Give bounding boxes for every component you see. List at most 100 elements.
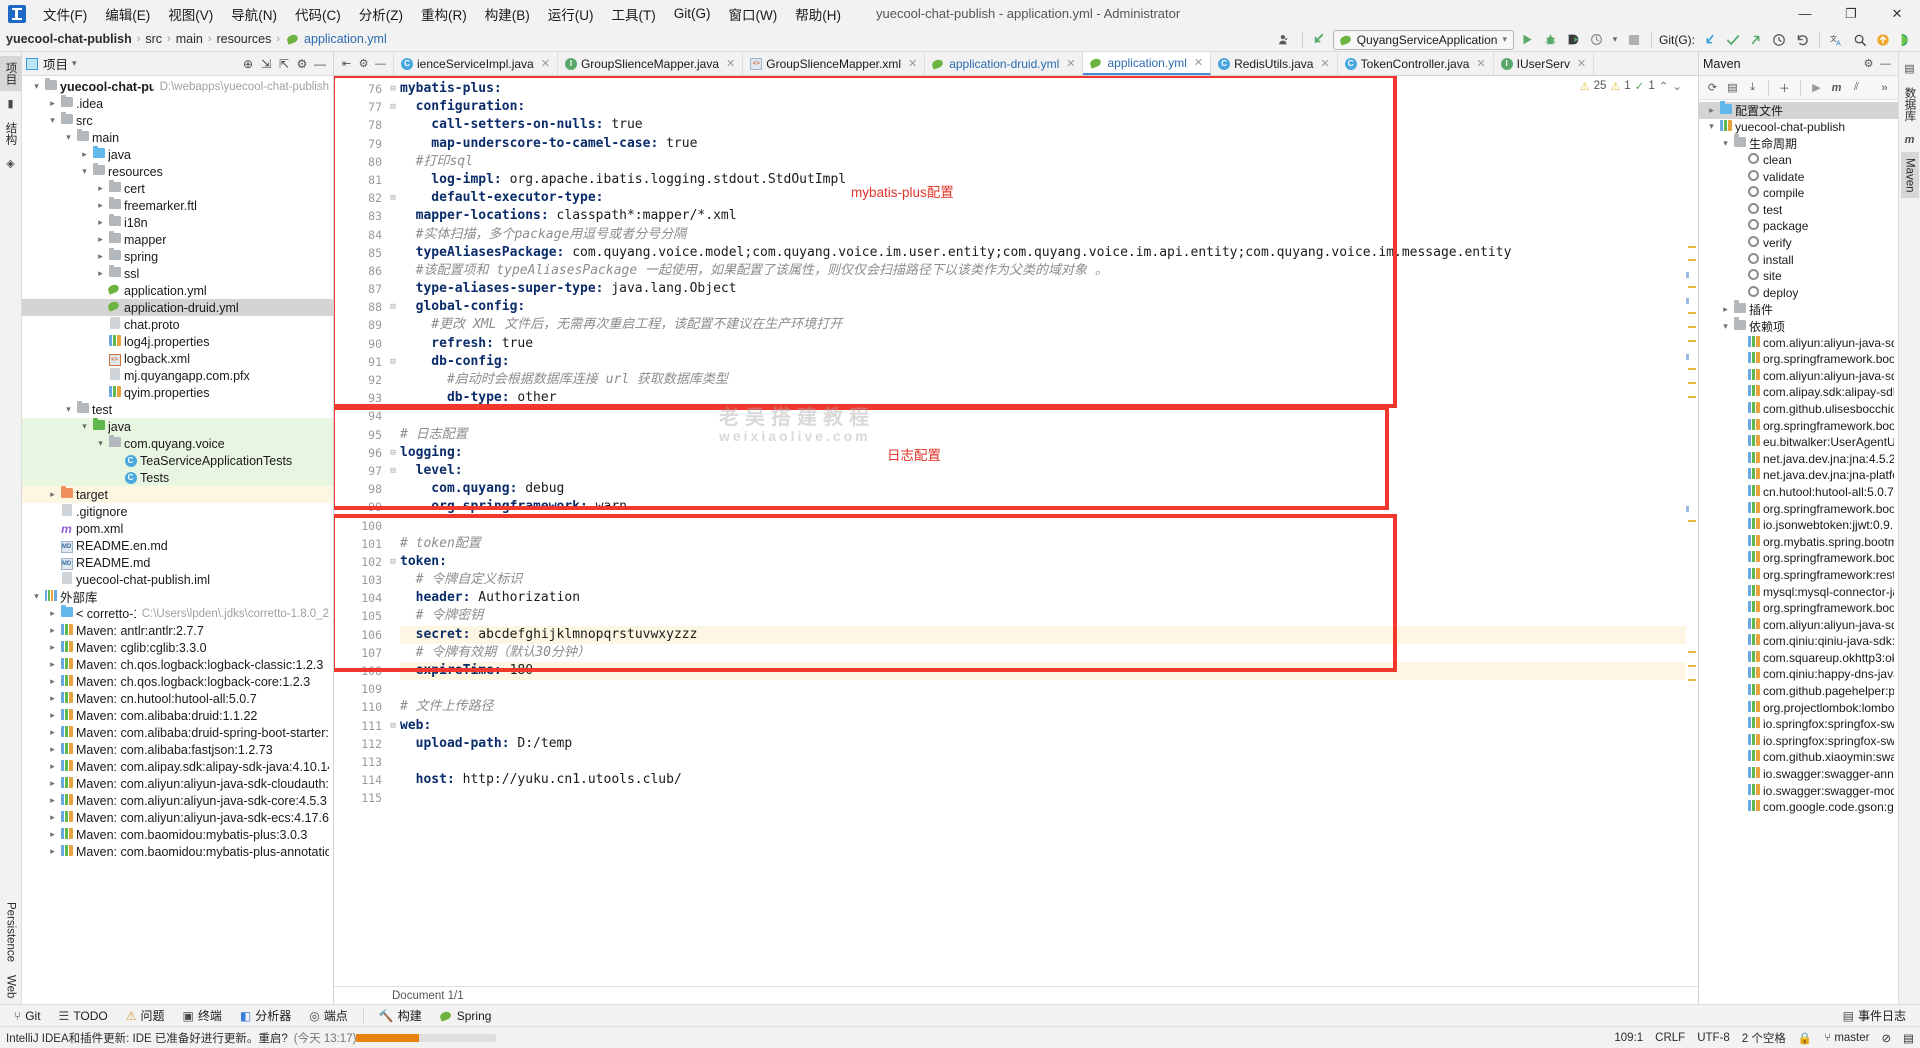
- search-everywhere-icon[interactable]: [1850, 30, 1870, 50]
- tree-item-maven--com.alipay.sdk-alipay-sdk-java-4.10.140.all[interactable]: ▸Maven: com.alipay.sdk:alipay-sdk-java:4…: [22, 758, 333, 775]
- lock-icon[interactable]: 🔒: [1798, 1031, 1812, 1045]
- tool-window-terminal[interactable]: ▣ 终端: [175, 1005, 230, 1026]
- tree-item-java[interactable]: ▾java: [22, 418, 333, 435]
- maven-item-com.google.code.gson-gsor[interactable]: com.google.code.gson:gsor: [1699, 799, 1898, 816]
- upload-icon[interactable]: [1873, 30, 1893, 50]
- editor-tab-redisutils.java[interactable]: CRedisUtils.java✕: [1211, 52, 1338, 75]
- close-icon[interactable]: ✕: [908, 57, 917, 70]
- hide-icon[interactable]: —: [1877, 55, 1894, 72]
- maven-item-com.alipay.sdk-alipay-sdk-j[interactable]: com.alipay.sdk:alipay-sdk-j: [1699, 384, 1898, 401]
- code-line[interactable]: # 令牌有效期（默认30分钟）: [400, 644, 1686, 662]
- play-icon[interactable]: [1896, 30, 1916, 50]
- code-line[interactable]: mybatis-plus:: [400, 80, 1686, 98]
- disclosure-triangle-icon[interactable]: ▸: [46, 761, 59, 772]
- close-button[interactable]: ✕: [1874, 0, 1920, 27]
- memory-indicator[interactable]: ▤: [1903, 1031, 1914, 1045]
- maven-item-io.swagger-swagger-annot[interactable]: io.swagger:swagger-annot: [1699, 766, 1898, 783]
- maven-item-----[interactable]: ▸配置文件: [1699, 102, 1898, 119]
- code-line[interactable]: level:: [400, 462, 1686, 480]
- tree-item-maven--cn.hutool-hutool-all-5.0.7[interactable]: ▸Maven: cn.hutool:hutool-all:5.0.7: [22, 690, 333, 707]
- code-line[interactable]: #实体扫描，多个package用逗号或者分号分隔: [400, 226, 1686, 244]
- maven-item-com.aliyun-aliyun-java-sdk-[interactable]: com.aliyun:aliyun-java-sdk-: [1699, 334, 1898, 351]
- tree-item-java[interactable]: ▸java: [22, 146, 333, 163]
- tree-item-maven--cglib-cglib-3.3.0[interactable]: ▸Maven: cglib:cglib:3.3.0: [22, 639, 333, 656]
- fold-toggle-icon[interactable]: ⊟: [386, 98, 400, 116]
- disclosure-triangle-icon[interactable]: ▸: [46, 795, 59, 806]
- maven-item-yuecool-chat-publish[interactable]: ▾yuecool-chat-publish: [1699, 119, 1898, 136]
- editor-tab-tokencontroller.java[interactable]: CTokenController.java✕: [1338, 52, 1494, 75]
- code-line[interactable]: call-setters-on-nulls: true: [400, 116, 1686, 134]
- code-line[interactable]: upload-path: D:/temp: [400, 735, 1686, 753]
- disclosure-triangle-icon[interactable]: ▸: [46, 676, 59, 687]
- tree-item-yuecool-chat-publish[interactable]: ▾yuecool-chat-publishD:\webapps\yuecool-…: [22, 78, 333, 95]
- disclosure-triangle-icon[interactable]: ▸: [46, 98, 59, 109]
- download-sources-icon[interactable]: ⤓: [1744, 79, 1761, 96]
- tree-item-ssl[interactable]: ▸ssl: [22, 265, 333, 282]
- expand-all-icon[interactable]: ⇲: [257, 55, 275, 73]
- sidebar-item-web[interactable]: Web: [2, 969, 20, 1004]
- line-separator[interactable]: CRLF: [1655, 1032, 1685, 1044]
- code-line[interactable]: #更改 XML 文件后，无需再次重启工程，该配置不建议在生产环境打开: [400, 316, 1686, 334]
- breadcrumb-main[interactable]: main: [176, 32, 203, 46]
- fold-toggle-icon[interactable]: ⊟: [386, 717, 400, 735]
- tool-window-profiler[interactable]: ◧ 分析器: [232, 1005, 299, 1026]
- disclosure-triangle-icon[interactable]: ▸: [46, 642, 59, 653]
- menu-git[interactable]: Git(G): [665, 2, 720, 25]
- hide-icon[interactable]: —: [372, 55, 389, 72]
- menu-analyze[interactable]: 分析(Z): [350, 0, 412, 28]
- tree-item-maven--com.aliyun-aliyun-java-sdk-cloudauth-2.0.17[interactable]: ▸Maven: com.aliyun:aliyun-java-sdk-cloud…: [22, 775, 333, 792]
- tree-item-.gitignore[interactable]: .gitignore: [22, 503, 333, 520]
- sidebar-item-project[interactable]: 项目: [0, 56, 22, 91]
- tree-item-com.quyang.voice[interactable]: ▾com.quyang.voice: [22, 435, 333, 452]
- code-line[interactable]: com.quyang: debug: [400, 480, 1686, 498]
- disclosure-triangle-icon[interactable]: ▸: [94, 234, 107, 245]
- code-line[interactable]: db-type: other: [400, 389, 1686, 407]
- disclosure-triangle-icon[interactable]: ▸: [46, 693, 59, 704]
- code-line[interactable]: typeAliasesPackage: com.quyang.voice.mod…: [400, 244, 1686, 262]
- disclosure-triangle-icon[interactable]: ▾: [62, 132, 75, 143]
- gear-icon[interactable]: ⚙: [1860, 55, 1877, 72]
- maven-item-org.springframework.boot[interactable]: org.springframework.boot: [1699, 417, 1898, 434]
- history-icon[interactable]: [1769, 30, 1789, 50]
- maven-item-org.springframework.boot[interactable]: org.springframework.boot: [1699, 550, 1898, 567]
- tree-item-qyim.properties[interactable]: qyim.properties: [22, 384, 333, 401]
- menu-file[interactable]: 文件(F): [34, 0, 96, 28]
- database-icon[interactable]: ▤: [1904, 62, 1914, 75]
- maven-item-io.swagger-swagger-mode[interactable]: io.swagger:swagger-mode: [1699, 782, 1898, 799]
- bookmarks-icon[interactable]: ◈: [6, 157, 14, 170]
- commit-icon[interactable]: [1723, 30, 1743, 50]
- code-line[interactable]: # 令牌密钥: [400, 607, 1686, 625]
- maven-item-com.squareup.okhttp3-okh[interactable]: com.squareup.okhttp3:okh: [1699, 650, 1898, 667]
- code-line[interactable]: header: Authorization: [400, 589, 1686, 607]
- hide-icon[interactable]: —: [311, 55, 329, 73]
- debug-icon[interactable]: [1540, 30, 1560, 50]
- caret-position[interactable]: 109:1: [1614, 1032, 1643, 1044]
- fold-toggle-icon[interactable]: ⊟: [386, 444, 400, 462]
- menu-window[interactable]: 窗口(W): [720, 0, 787, 28]
- code-folding-gutter[interactable]: ⊟⊟⊡⊟⊟⊟⊟⊟⊟: [386, 76, 400, 986]
- gear-icon[interactable]: ⚙: [355, 55, 372, 72]
- refresh-icon[interactable]: ⟳: [1704, 79, 1721, 96]
- tool-window-build[interactable]: 🔨 构建: [371, 1005, 430, 1026]
- maven-item-deploy[interactable]: deploy: [1699, 285, 1898, 302]
- code-line[interactable]: logging:: [400, 444, 1686, 462]
- more-icon[interactable]: »: [1876, 79, 1893, 96]
- push-icon[interactable]: [1746, 30, 1766, 50]
- maven-item-io.springfox-springfox-swa[interactable]: io.springfox:springfox-swa: [1699, 733, 1898, 750]
- tree-item-resources[interactable]: ▾resources: [22, 163, 333, 180]
- code-line[interactable]: db-config:: [400, 353, 1686, 371]
- fold-toggle-icon[interactable]: ⊟: [386, 462, 400, 480]
- code-line[interactable]: host: http://yuku.cn1.utools.club/: [400, 771, 1686, 789]
- code-line[interactable]: [400, 789, 1686, 807]
- disclosure-triangle-icon[interactable]: ▸: [46, 846, 59, 857]
- close-icon[interactable]: ✕: [726, 57, 735, 70]
- fold-toggle-icon[interactable]: ⊟: [386, 298, 400, 316]
- menu-navigate[interactable]: 导航(N): [222, 0, 286, 28]
- maven-item-org.projectlombok-lombok[interactable]: org.projectlombok:lombok: [1699, 699, 1898, 716]
- close-icon[interactable]: ✕: [1476, 57, 1485, 70]
- maximize-button[interactable]: ❐: [1828, 0, 1874, 27]
- maven-item-validate[interactable]: validate: [1699, 168, 1898, 185]
- tree-item-mapper[interactable]: ▸mapper: [22, 231, 333, 248]
- tree-item-cert[interactable]: ▸cert: [22, 180, 333, 197]
- maven-item-com.github.ulisesbocchio-je[interactable]: com.github.ulisesbocchio:je: [1699, 401, 1898, 418]
